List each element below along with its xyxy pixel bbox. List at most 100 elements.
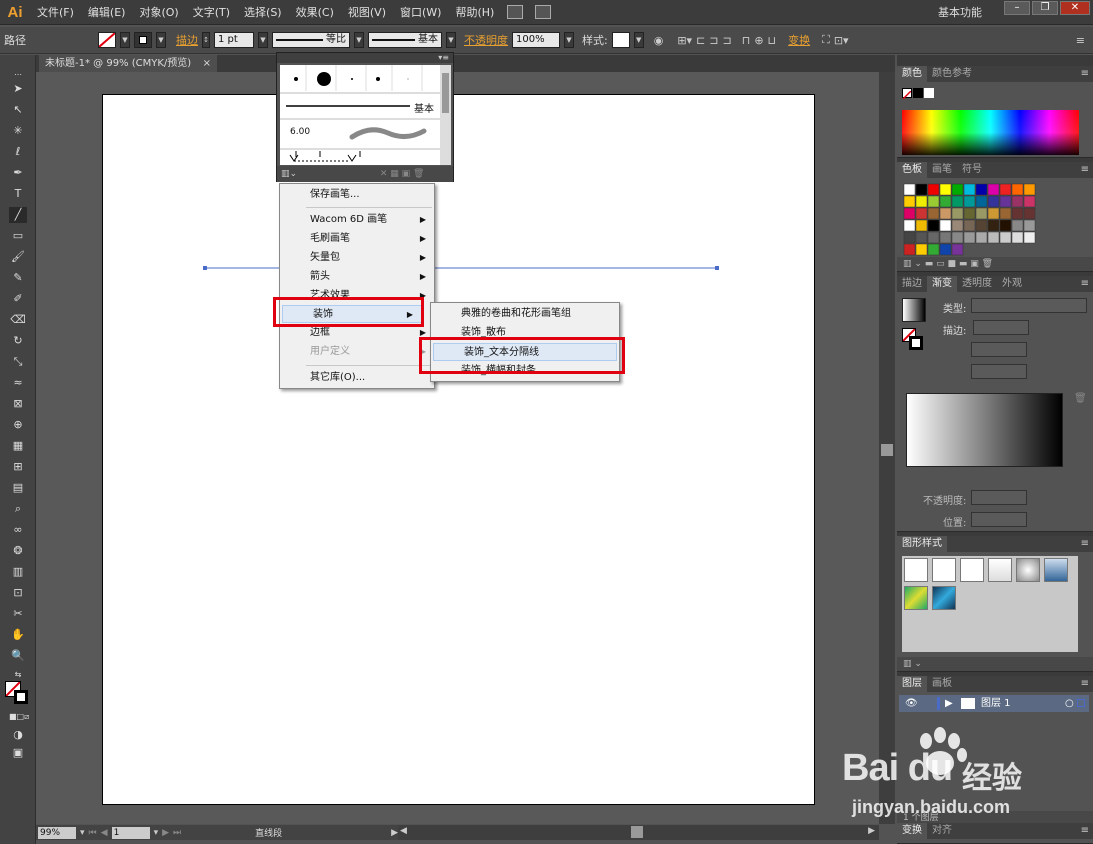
hand-tool-icon[interactable]: ✋ bbox=[9, 627, 27, 643]
graphic-style-blue-pattern[interactable] bbox=[932, 586, 956, 610]
tab-symbols[interactable]: 符号 bbox=[957, 162, 987, 178]
align-to-icon[interactable]: ⊞▾ bbox=[677, 34, 692, 47]
variable-width-profile[interactable]: 等比 bbox=[272, 32, 350, 48]
tab-color-guide[interactable]: 颜色参考 bbox=[927, 66, 977, 82]
color-swatch[interactable] bbox=[915, 219, 928, 232]
none-color-swatch[interactable] bbox=[902, 88, 912, 100]
profile-dropdown[interactable]: ▼ bbox=[354, 32, 364, 48]
menu-effect[interactable]: 效果(C) bbox=[289, 0, 341, 25]
zoom-dropdown-icon[interactable]: ▾ bbox=[80, 828, 85, 838]
color-swatch[interactable] bbox=[951, 219, 964, 232]
menu-vector-packs[interactable]: 矢量包 ▶ bbox=[280, 249, 434, 267]
menu-decorative[interactable]: 装饰 ▶ bbox=[282, 305, 422, 323]
menu-save-brushes[interactable]: 保存画笔... bbox=[280, 186, 434, 204]
color-swatch[interactable] bbox=[1023, 183, 1036, 196]
canvas[interactable] bbox=[36, 72, 879, 824]
brush-library-menu-button[interactable]: ▥⌄ ✕ ▦ ▣ 🗑 bbox=[277, 166, 453, 182]
brush-panel-menu-icon[interactable]: ▾≡ bbox=[277, 53, 453, 63]
graphic-style-blue[interactable] bbox=[1044, 558, 1068, 582]
visibility-icon[interactable]: 👁 bbox=[905, 695, 918, 712]
line-segment-tool-icon[interactable]: ╱ bbox=[9, 207, 27, 223]
type-tool-icon[interactable]: T bbox=[9, 186, 27, 202]
color-swatch[interactable] bbox=[1023, 231, 1036, 244]
mesh-tool-icon[interactable]: ⊞ bbox=[9, 459, 27, 475]
color-mode-icon[interactable]: ■□⧄ bbox=[9, 709, 29, 725]
submenu-banners-seals[interactable]: 装饰_横幅和封条 bbox=[431, 362, 619, 380]
eyedropper-tool-icon[interactable]: ⌕ bbox=[9, 501, 27, 517]
color-swatch[interactable] bbox=[915, 207, 928, 220]
panel-menu-icon[interactable]: ≡ bbox=[1081, 162, 1089, 178]
menu-file[interactable]: 文件(F) bbox=[30, 0, 81, 25]
color-swatch[interactable] bbox=[1023, 219, 1036, 232]
menu-help[interactable]: 帮助(H) bbox=[448, 0, 501, 25]
menu-edit[interactable]: 编辑(E) bbox=[81, 0, 133, 25]
align-top-icon[interactable]: ⊓ bbox=[742, 34, 751, 47]
color-swatch[interactable] bbox=[1011, 219, 1024, 232]
opacity-input[interactable]: 100% bbox=[512, 32, 560, 48]
layer-name[interactable]: 图层 1 bbox=[981, 695, 1011, 712]
color-swatch[interactable] bbox=[975, 183, 988, 196]
white-color-swatch[interactable] bbox=[924, 88, 934, 98]
status-menu-icon[interactable]: ▶ bbox=[391, 828, 398, 838]
menu-artistic[interactable]: 艺术效果 ▶ bbox=[280, 287, 434, 305]
submenu-text-dividers[interactable]: 装饰_文本分隔线 bbox=[433, 343, 617, 361]
symbol-sprayer-tool-icon[interactable]: ❂ bbox=[9, 543, 27, 559]
align-middle-icon[interactable]: ⊕ bbox=[754, 34, 763, 47]
color-swatch[interactable] bbox=[915, 231, 928, 244]
color-swatch[interactable] bbox=[963, 231, 976, 244]
control-bar-menu-icon[interactable]: ≡ bbox=[1076, 34, 1085, 47]
color-swatch[interactable] bbox=[951, 195, 964, 208]
align-center-icon[interactable]: ⊐ bbox=[709, 34, 718, 47]
color-swatch[interactable] bbox=[903, 231, 916, 244]
color-swatch[interactable] bbox=[903, 207, 916, 220]
color-swatch[interactable] bbox=[975, 219, 988, 232]
color-swatch[interactable] bbox=[951, 207, 964, 220]
stop-location-field[interactable] bbox=[971, 512, 1027, 527]
document-tab[interactable]: 未标题-1* @ 99% (CMYK/预览) × bbox=[39, 55, 217, 72]
opacity-link[interactable]: 不透明度 bbox=[464, 32, 508, 48]
line-segment[interactable] bbox=[103, 95, 816, 806]
panel-menu-icon[interactable]: ≡ bbox=[1081, 536, 1089, 552]
last-artboard-icon[interactable]: ⏭ bbox=[173, 828, 181, 838]
menu-other-library[interactable]: 其它库(O)... bbox=[280, 369, 434, 387]
artboard-number-field[interactable]: 1 bbox=[111, 826, 150, 839]
gradient-tool-icon[interactable]: ▤ bbox=[9, 480, 27, 496]
menu-view[interactable]: 视图(V) bbox=[341, 0, 393, 25]
slice-tool-icon[interactable]: ✂ bbox=[9, 606, 27, 622]
layer-row[interactable]: 👁 ▶ 图层 1 ○ bbox=[899, 695, 1089, 712]
color-swatch[interactable] bbox=[999, 231, 1012, 244]
color-swatch[interactable] bbox=[999, 195, 1012, 208]
tab-swatches[interactable]: 色板 bbox=[897, 162, 927, 178]
isolate-icon[interactable]: ⛶ bbox=[822, 33, 830, 47]
stroke-color-box[interactable] bbox=[14, 690, 28, 704]
pencil-tool-icon[interactable]: ✎ bbox=[9, 270, 27, 286]
graphic-style-soft[interactable] bbox=[1016, 558, 1040, 582]
submenu-elegant-curl[interactable]: 典雅的卷曲和花形画笔组 bbox=[431, 305, 619, 323]
stop-opacity-field[interactable] bbox=[971, 490, 1027, 505]
color-swatch[interactable] bbox=[987, 183, 1000, 196]
selection-tool-icon[interactable]: ➤ bbox=[9, 81, 27, 97]
artboard-tool-icon[interactable]: ⊡ bbox=[9, 585, 27, 601]
graphic-style-white[interactable] bbox=[960, 558, 984, 582]
minimize-button[interactable]: – bbox=[1004, 1, 1030, 15]
tab-graphic-styles[interactable]: 图形样式 bbox=[897, 536, 947, 552]
tab-transform[interactable]: 变换 bbox=[897, 823, 927, 839]
horizontal-scrollbar[interactable]: ◀ ▶ bbox=[398, 825, 879, 840]
artboard[interactable] bbox=[102, 94, 815, 805]
blend-tool-icon[interactable]: ∞ bbox=[9, 522, 27, 538]
color-swatch[interactable] bbox=[975, 231, 988, 244]
menu-wacom-brushes[interactable]: Wacom 6D 画笔 ▶ bbox=[280, 211, 434, 229]
blob-brush-tool-icon[interactable]: ✐ bbox=[9, 291, 27, 307]
color-swatch[interactable] bbox=[987, 207, 1000, 220]
tab-color[interactable]: 颜色 bbox=[897, 66, 927, 82]
panel-menu-icon[interactable]: ≡ bbox=[1081, 676, 1089, 692]
shape-builder-tool-icon[interactable]: ⊕ bbox=[9, 417, 27, 433]
horizontal-scroll-thumb[interactable] bbox=[631, 826, 643, 838]
color-swatch[interactable] bbox=[903, 195, 916, 208]
color-swatch[interactable] bbox=[903, 219, 916, 232]
vertical-scroll-thumb[interactable] bbox=[881, 444, 893, 456]
magic-wand-tool-icon[interactable]: ✳ bbox=[9, 123, 27, 139]
color-swatch[interactable] bbox=[903, 183, 916, 196]
tab-transparency[interactable]: 透明度 bbox=[957, 276, 997, 292]
tab-align[interactable]: 对齐 bbox=[927, 823, 957, 839]
